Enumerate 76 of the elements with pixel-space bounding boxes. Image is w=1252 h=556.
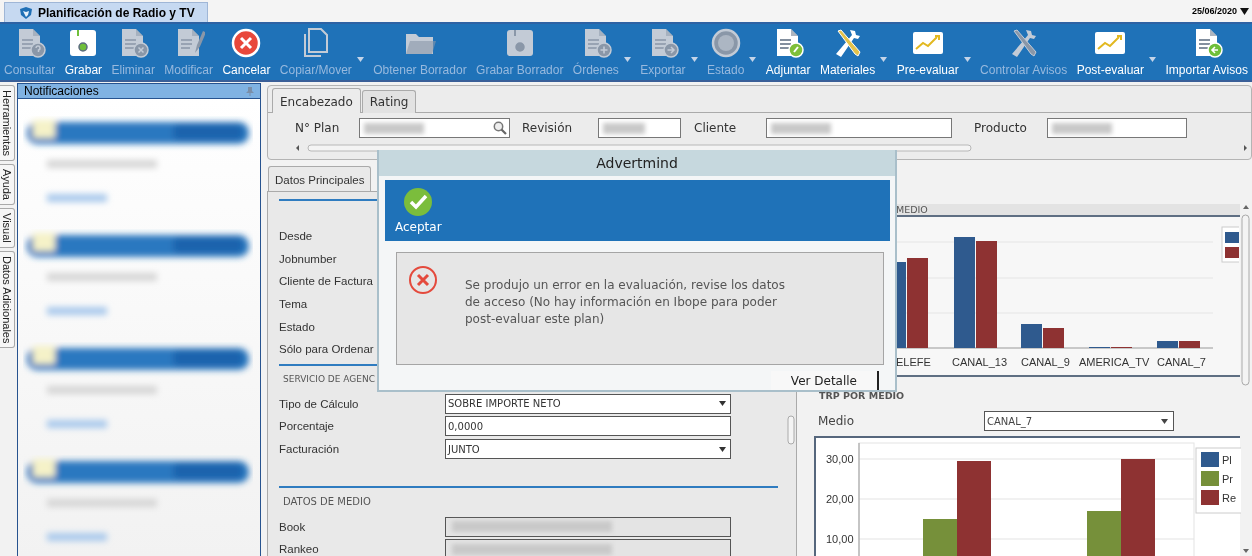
- error-message: Se produjo un error en la evaluación, revise los datos de acceso (No hay información en Ibope para poder post-evaluar este plan): [465, 276, 786, 328]
- side-tab[interactable]: Ayuda: [0, 164, 15, 206]
- dropdown[interactable]: CANAL_7: [984, 411, 1174, 431]
- caret-icon: [719, 446, 726, 452]
- input-field[interactable]: [445, 516, 731, 537]
- toolbar-button[interactable]: Materiales: [817, 24, 890, 80]
- axis-tick-label: 30,00: [826, 453, 854, 465]
- section-title: TRP POR MEDIO: [819, 390, 906, 401]
- dialog-title: Advertmind: [379, 150, 895, 176]
- field-label: Tipo de Cálculo: [279, 397, 359, 410]
- input-field[interactable]: 0,0000: [445, 416, 731, 437]
- input-field[interactable]: [445, 539, 731, 556]
- document-tab[interactable]: Planificación de Radio y TV: [4, 2, 208, 22]
- field-label: Facturación: [279, 443, 340, 456]
- legend-label: Re: [1222, 492, 1237, 504]
- field-label: Revisión: [522, 121, 574, 135]
- shield-icon: [19, 5, 33, 20]
- section-title: SERVICIO DE AGENC: [282, 373, 376, 387]
- axis-tick-label: 20,00: [826, 493, 854, 505]
- side-tab[interactable]: Datos Adicionales: [0, 250, 15, 349]
- field-label: N° Plan: [295, 121, 341, 135]
- section-title: DATOS DE MEDIO: [282, 495, 372, 510]
- caret-icon: [719, 401, 726, 407]
- tab[interactable]: Rating: [361, 90, 417, 113]
- axis-tick-label: 10,00: [826, 533, 854, 545]
- error-icon: [408, 264, 438, 295]
- toolbar-button[interactable]: Post-evaluar: [1074, 24, 1159, 80]
- date-label: 25/06/2020: [1191, 6, 1238, 16]
- field-label: Sólo para Ordenar: [279, 343, 374, 356]
- panel-title: Notificaciones: [24, 84, 100, 98]
- legend-label: Pr: [1222, 473, 1233, 485]
- bar: [1043, 328, 1064, 348]
- axis-label: ELEFE: [896, 356, 931, 368]
- scrollbar[interactable]: [294, 142, 1249, 154]
- toolbar-button[interactable]: Importar Avisos: [1163, 24, 1250, 80]
- axis-label: CANAL_13: [952, 356, 1008, 368]
- axis-label: CANAL_7: [1157, 356, 1206, 368]
- legend-label: Pl: [1222, 454, 1232, 466]
- toolbar-button[interactable]: Adjuntar: [763, 24, 813, 80]
- field-label: Desde: [279, 230, 313, 243]
- bar: [1021, 324, 1042, 348]
- checkmark-icon: [403, 186, 434, 217]
- section-title: MEDIO: [896, 204, 1240, 217]
- field-label: Jobnumber: [279, 252, 337, 265]
- field-label: Cliente: [694, 121, 738, 135]
- input-field[interactable]: [766, 118, 952, 138]
- dropdown[interactable]: JUNTO: [445, 439, 731, 460]
- detail-button[interactable]: Ver Detalle: [770, 371, 879, 390]
- dropdown[interactable]: SOBRE IMPORTE NETO: [445, 393, 731, 414]
- side-tab[interactable]: Visual: [0, 208, 15, 248]
- caret-icon: [1161, 418, 1168, 424]
- axis-label: CANAL_9: [1021, 356, 1070, 368]
- accept-button[interactable]: Aceptar: [395, 179, 442, 234]
- field-label: Medio: [818, 414, 856, 428]
- field-label: Producto: [974, 121, 1028, 135]
- input-field[interactable]: [359, 118, 510, 138]
- field-label: Porcentaje: [279, 420, 334, 433]
- scrollbar[interactable]: [787, 415, 795, 445]
- axis-label: AMERICA_TV: [1079, 356, 1150, 368]
- disc-icon: [709, 27, 742, 59]
- cancel-icon: [230, 27, 263, 59]
- toolbar-button[interactable]: Cancelar: [220, 24, 273, 80]
- toolbar-button[interactable]: Pre-evaluar: [894, 24, 973, 80]
- field-label: Estado: [279, 320, 315, 333]
- side-tab[interactable]: Herramientas: [0, 85, 15, 162]
- field-label: Tema: [279, 298, 308, 311]
- search-icon[interactable]: [493, 121, 507, 135]
- field-label: Book: [279, 520, 306, 533]
- tab[interactable]: Datos Principales: [268, 166, 372, 192]
- toolbar-button[interactable]: Grabar: [62, 24, 105, 80]
- input-field[interactable]: [598, 118, 681, 138]
- input-field[interactable]: [1047, 118, 1187, 138]
- caret-icon[interactable]: [1240, 7, 1249, 15]
- field-label: Cliente de Factura: [279, 275, 373, 288]
- tab[interactable]: Encabezado: [272, 88, 361, 113]
- field-label: Rankeo: [279, 543, 319, 556]
